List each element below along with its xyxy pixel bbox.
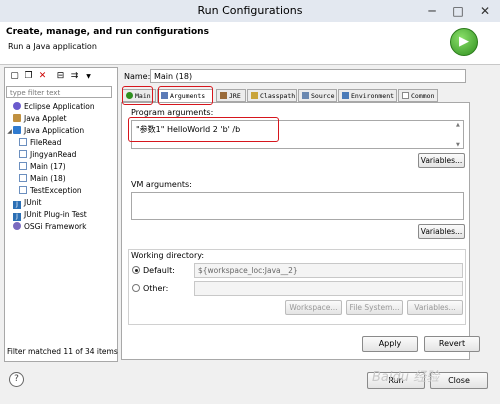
vm-variables-button[interactable]: Variables... xyxy=(418,224,465,239)
tab-environment[interactable]: Environment xyxy=(338,89,397,102)
baidu-watermark: Baidu 经验 xyxy=(372,370,440,385)
java-applet-icon xyxy=(13,114,21,122)
default-radio-label: Default: xyxy=(143,266,175,275)
other-radio-label: Other: xyxy=(143,284,169,293)
scroll-down-icon[interactable]: ▼ xyxy=(456,142,460,148)
revert-button[interactable]: Revert xyxy=(424,336,480,352)
osgi-icon xyxy=(13,222,21,230)
other-directory-field[interactable] xyxy=(194,281,463,296)
tree-item-osgi-framework[interactable]: OSGi Framework xyxy=(6,221,114,233)
minimize-button[interactable]: ─ xyxy=(420,0,444,22)
delete-icon[interactable]: ✕ xyxy=(36,70,49,83)
vm-arguments-textarea[interactable] xyxy=(131,192,464,220)
filter-input[interactable]: type filter text xyxy=(6,86,112,98)
workspace-button[interactable]: Workspace... xyxy=(285,300,342,315)
configuration-tree: Eclipse Application Java Applet ◢ Java Ap… xyxy=(6,101,114,233)
expand-arrow-icon[interactable]: ◢ xyxy=(6,126,13,138)
source-tab-icon xyxy=(302,92,309,99)
config-icon xyxy=(19,186,27,194)
file-system-button[interactable]: File System... xyxy=(346,300,403,315)
jre-tab-icon xyxy=(220,92,227,99)
new-config-icon[interactable]: ▢ xyxy=(8,70,21,83)
annotation-box-program-arguments xyxy=(128,117,279,142)
header-title: Create, manage, and run configurations xyxy=(6,27,209,37)
default-radio[interactable] xyxy=(132,266,140,274)
tree-item-testexception[interactable]: TestException xyxy=(6,185,114,197)
program-variables-button[interactable]: Variables... xyxy=(418,153,465,168)
java-application-icon xyxy=(13,126,21,134)
tree-item-java-application[interactable]: ◢ Java Application xyxy=(6,125,114,137)
program-arguments-label: Program arguments: xyxy=(131,108,214,117)
scroll-up-icon[interactable]: ▲ xyxy=(456,122,460,128)
vm-arguments-label: VM arguments: xyxy=(131,180,192,189)
eclipse-app-icon xyxy=(13,102,21,110)
tree-item-junit-plugin-test[interactable]: J JUnit Plug-in Test xyxy=(6,209,114,221)
config-icon xyxy=(19,162,27,170)
run-banner-icon: ▶ xyxy=(450,28,478,56)
other-radio[interactable] xyxy=(132,284,140,292)
tree-item-eclipse-application[interactable]: Eclipse Application xyxy=(6,101,114,113)
filter-icon[interactable]: ⇉ xyxy=(68,70,81,83)
close-window-button[interactable]: ✕ xyxy=(472,0,498,22)
tab-source[interactable]: Source xyxy=(298,89,337,102)
config-icon xyxy=(19,150,27,158)
apply-button[interactable]: Apply xyxy=(362,336,418,352)
tree-item-main-18[interactable]: Main (18) xyxy=(6,173,114,185)
tree-item-java-applet[interactable]: Java Applet xyxy=(6,113,114,125)
tree-item-jingyanread[interactable]: JingyanRead xyxy=(6,149,114,161)
menu-dropdown-icon[interactable]: ▼ xyxy=(82,70,95,83)
help-icon[interactable]: ? xyxy=(9,372,24,387)
classpath-tab-icon xyxy=(251,92,258,99)
collapse-all-icon[interactable]: ⊟ xyxy=(54,70,67,83)
environment-tab-icon xyxy=(342,92,349,99)
tree-item-junit[interactable]: J JUnit xyxy=(6,197,114,209)
name-label: Name: xyxy=(124,72,151,81)
default-directory-field: ${workspace_loc:Java__2} xyxy=(194,263,463,278)
title-bar: Run Configurations ─ □ ✕ xyxy=(0,0,500,23)
working-directory-label: Working directory: xyxy=(131,251,205,260)
config-icon xyxy=(19,174,27,182)
workdir-variables-button[interactable]: Variables... xyxy=(407,300,463,315)
duplicate-icon[interactable]: ❐ xyxy=(22,70,35,83)
tab-common[interactable]: Common xyxy=(398,89,438,102)
common-tab-icon xyxy=(402,92,409,99)
tree-item-fileread[interactable]: FileRead xyxy=(6,137,114,149)
junit-icon: J xyxy=(13,201,21,209)
annotation-box-main-tab xyxy=(122,86,153,105)
header-subtitle: Run a Java application xyxy=(8,42,97,51)
tab-jre[interactable]: JRE xyxy=(216,89,246,102)
config-icon xyxy=(19,138,27,146)
tab-classpath[interactable]: Classpath xyxy=(247,89,297,102)
maximize-button[interactable]: □ xyxy=(446,0,470,22)
annotation-box-arguments-tab xyxy=(158,86,213,105)
filter-status: Filter matched 11 of 34 items xyxy=(7,347,118,356)
tree-item-main-17[interactable]: Main (17) xyxy=(6,161,114,173)
name-field[interactable]: Main (18) xyxy=(150,69,466,83)
junit-plugin-icon: J xyxy=(13,213,21,221)
